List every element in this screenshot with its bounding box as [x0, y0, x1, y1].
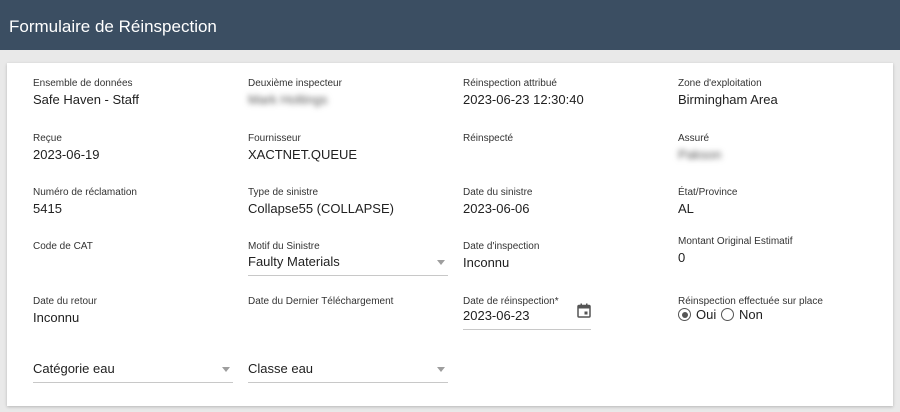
state-value: AL — [678, 201, 694, 216]
radio-non-label: Non — [739, 307, 763, 322]
original-estimate-label: Montant Original Estimatif — [678, 236, 793, 247]
radio-checked-icon — [678, 308, 691, 321]
radio-unchecked-icon — [721, 308, 734, 321]
inspection-date-value: Inconnu — [463, 255, 510, 270]
dataset-value: Safe Haven - Staff — [33, 92, 139, 107]
supplier-field: Fournisseur XACTNET.QUEUE — [248, 133, 357, 163]
chevron-down-icon — [437, 367, 445, 372]
reinspection-date-value: 2023-06-23 — [463, 308, 530, 323]
loss-type-field: Type de sinistre Collapse55 (COLLAPSE) — [248, 187, 394, 217]
original-estimate-value: 0 — [678, 250, 686, 265]
water-class-select[interactable]: Classe eau — [248, 356, 448, 383]
reinspected-label: Réinspecté — [463, 133, 514, 144]
second-inspector-label: Deuxième inspecteur — [248, 78, 342, 89]
return-date-label: Date du retour — [33, 296, 97, 307]
second-inspector-field: Deuxième inspecteur Mark Holtings — [248, 78, 342, 108]
loss-date-value: 2023-06-06 — [463, 201, 530, 216]
water-category-select[interactable]: Catégorie eau — [33, 356, 233, 383]
claim-number-value: 5415 — [33, 201, 62, 216]
calendar-icon[interactable] — [577, 303, 591, 318]
operating-zone-field: Zone d'exploitation Birmingham Area — [678, 78, 778, 108]
received-label: Reçue — [33, 133, 62, 144]
page-title: Formulaire de Réinspection — [9, 17, 217, 36]
supplier-label: Fournisseur — [248, 133, 301, 144]
loss-reason-value: Faulty Materials — [248, 254, 340, 269]
cat-code-field: Code de CAT — [33, 241, 93, 253]
loss-date-label: Date du sinistre — [463, 187, 533, 198]
dataset-field: Ensemble de données Safe Haven - Staff — [33, 78, 139, 108]
reinspection-assigned-label: Réinspection attribué — [463, 78, 557, 89]
loss-type-label: Type de sinistre — [248, 187, 319, 198]
return-date-value: Inconnu — [33, 310, 80, 325]
reinspection-assigned-value: 2023-06-23 12:30:40 — [463, 92, 584, 107]
loss-date-field: Date du sinistre 2023-06-06 — [463, 187, 532, 217]
water-class-placeholder: Classe eau — [248, 361, 314, 376]
inspection-date-label: Date d'inspection — [463, 241, 540, 252]
last-download-date-label: Date du Dernier Téléchargement — [248, 296, 394, 307]
original-estimate-field: Montant Original Estimatif 0 — [678, 236, 793, 266]
last-download-date-field: Date du Dernier Téléchargement — [248, 296, 393, 308]
reinspection-form: Ensemble de données Safe Haven - Staff D… — [7, 63, 893, 406]
operating-zone-label: Zone d'exploitation — [678, 78, 762, 89]
claim-number-field: Numéro de réclamation 5415 — [33, 187, 137, 217]
radio-oui-label: Oui — [696, 307, 717, 322]
loss-type-value: Collapse55 (COLLAPSE) — [248, 201, 394, 216]
insured-label: Assuré — [678, 133, 710, 144]
water-category-placeholder: Catégorie eau — [33, 361, 115, 376]
insured-value: Pakson — [678, 147, 722, 162]
state-field: État/Province AL — [678, 187, 737, 217]
app-header: Formulaire de Réinspection — [0, 0, 900, 50]
supplier-value: XACTNET.QUEUE — [248, 147, 358, 162]
loss-reason-field: Motif du Sinistre Faulty Materials — [248, 241, 448, 276]
received-field: Reçue 2023-06-19 — [33, 133, 100, 163]
loss-reason-select[interactable]: Faulty Materials — [248, 249, 448, 276]
return-date-field: Date du retour Inconnu — [33, 296, 97, 326]
dataset-label: Ensemble de données — [33, 78, 133, 89]
claim-number-label: Numéro de réclamation — [33, 187, 137, 198]
reinspection-assigned-field: Réinspection attribué 2023-06-23 12:30:4… — [463, 78, 584, 108]
inspection-date-field: Date d'inspection Inconnu — [463, 241, 539, 271]
reinspection-date-field: Date de réinspection* 2023-06-23 — [463, 296, 591, 330]
operating-zone-value: Birmingham Area — [678, 92, 778, 107]
reinspected-field: Réinspecté — [463, 133, 513, 147]
second-inspector-value: Mark Holtings — [248, 92, 328, 107]
state-label: État/Province — [678, 187, 738, 198]
reinspection-date-input[interactable]: 2023-06-23 — [463, 303, 591, 330]
cat-code-label: Code de CAT — [33, 241, 93, 252]
insured-field: Assuré Pakson — [678, 133, 721, 163]
chevron-down-icon — [437, 260, 445, 265]
received-value: 2023-06-19 — [33, 147, 100, 162]
chevron-down-icon — [222, 367, 230, 372]
